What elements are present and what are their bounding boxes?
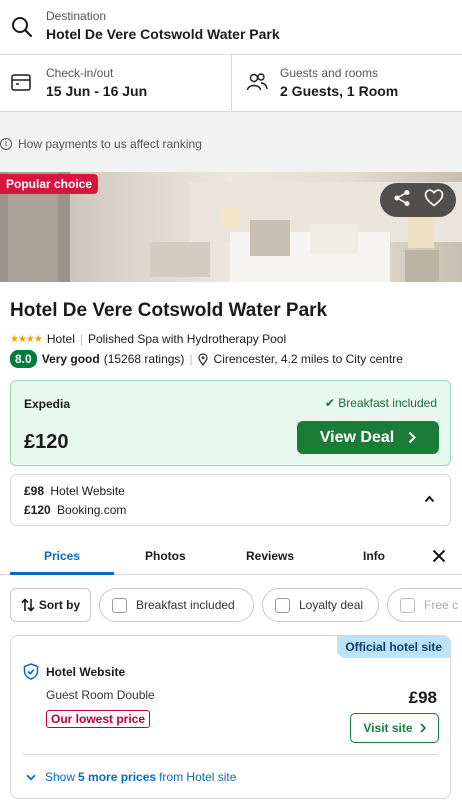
- shield-check-icon: [23, 663, 39, 680]
- destination-label: Destination: [46, 9, 107, 23]
- visit-site-button[interactable]: Visit site: [350, 713, 439, 743]
- show-more-prefix: Show: [45, 770, 76, 784]
- ranking-note[interactable]: i How payments to us affect ranking: [0, 137, 202, 151]
- people-icon: [246, 73, 268, 96]
- top-deal-card[interactable]: Expedia ✔ Breakfast included £120 View D…: [10, 380, 451, 466]
- destination-field[interactable]: Destination Hotel De Vere Cotswold Water…: [0, 0, 462, 55]
- sort-by-label: Sort by: [38, 598, 81, 612]
- official-site-badge: Official hotel site: [337, 636, 450, 658]
- score-badge: 8.0: [10, 350, 37, 368]
- tab-prices[interactable]: Prices: [44, 549, 80, 563]
- popular-choice-badge: Popular choice: [0, 174, 99, 194]
- chevron-right-icon: [419, 723, 426, 733]
- show-more-suffix: from Hotel site: [159, 770, 237, 784]
- filter-chip-loyalty[interactable]: Loyalty deal: [262, 588, 379, 622]
- check-icon: ✔: [324, 396, 335, 410]
- tab-info[interactable]: Info: [363, 549, 385, 563]
- calendar-icon: [11, 73, 31, 96]
- filter-chip-free[interactable]: Free c: [387, 588, 462, 622]
- dates-value: 15 Jun - 16 Jun: [46, 83, 148, 99]
- sort-arrows-icon: [21, 598, 35, 612]
- room-type: Guest Room Double: [46, 688, 155, 702]
- hotel-meta: ★★★★ Hotel | Polished Spa with Hydrother…: [10, 332, 286, 346]
- sort-by-button[interactable]: Sort by: [10, 588, 91, 622]
- search-panel: Destination Hotel De Vere Cotswold Water…: [0, 0, 462, 112]
- close-icon[interactable]: [432, 549, 446, 563]
- map-pin-icon: [197, 352, 208, 366]
- other-price-row: £98 Hotel Website: [24, 484, 125, 498]
- hotel-name: Hotel De Vere Cotswold Water Park: [10, 300, 328, 321]
- hotel-location: Cirencester, 4.2 miles to City centre: [213, 352, 403, 366]
- guests-field[interactable]: Guests and rooms 2 Guests, 1 Room: [232, 55, 462, 112]
- guests-value: 2 Guests, 1 Room: [280, 83, 399, 99]
- destination-value: Hotel De Vere Cotswold Water Park: [46, 26, 280, 42]
- other-price-row: £120 Booking.com: [24, 503, 126, 517]
- dates-field[interactable]: Check-in/out 15 Jun - 16 Jun: [0, 55, 232, 112]
- other-price-value: £98: [24, 484, 45, 498]
- dates-label: Check-in/out: [46, 66, 114, 80]
- show-more-prices-link[interactable]: Show 5 more prices from Hotel site: [26, 770, 236, 784]
- show-more-count: 5 more prices: [78, 770, 157, 784]
- star-rating: ★★★★: [10, 333, 43, 345]
- official-price: £98: [408, 688, 437, 707]
- info-icon: i: [0, 138, 12, 150]
- other-price-provider: Booking.com: [57, 503, 127, 517]
- official-site-card[interactable]: Official hotel site Hotel Website Guest …: [10, 635, 451, 799]
- checkbox[interactable]: [112, 597, 127, 613]
- divider: [23, 754, 438, 755]
- search-icon: [11, 16, 33, 43]
- checkbox[interactable]: [400, 597, 415, 613]
- visit-site-label: Visit site: [363, 721, 413, 735]
- tab-reviews[interactable]: Reviews: [246, 549, 294, 563]
- divider: |: [189, 352, 193, 366]
- filter-chip-breakfast[interactable]: Breakfast included: [99, 588, 254, 622]
- deal-provider: Expedia: [24, 397, 71, 411]
- official-provider-name: Hotel Website: [46, 664, 126, 679]
- filter-chip-label: Breakfast included: [136, 598, 235, 612]
- official-provider: Hotel Website: [23, 663, 125, 680]
- breakfast-included: ✔ Breakfast included: [325, 396, 437, 410]
- rating-text: Very good: [41, 352, 100, 366]
- share-icon[interactable]: [393, 189, 411, 212]
- tab-photos[interactable]: Photos: [145, 549, 186, 563]
- other-price-provider: Hotel Website: [50, 484, 125, 498]
- chevron-up-icon[interactable]: [424, 495, 435, 503]
- breakfast-text: Breakfast included: [338, 396, 437, 410]
- detail-tabs: Prices Photos Reviews Info: [0, 540, 462, 575]
- view-deal-button[interactable]: View Deal: [297, 421, 439, 454]
- guests-label: Guests and rooms: [280, 66, 379, 80]
- active-tab-indicator: [10, 572, 114, 575]
- checkbox[interactable]: [275, 597, 290, 613]
- hotel-highlight: Polished Spa with Hydrotherapy Pool: [88, 332, 287, 346]
- deal-price: £120: [24, 431, 69, 453]
- hotel-rating-row[interactable]: 8.0 Very good (15268 ratings) | Cirences…: [10, 350, 403, 368]
- ratings-count: (15268 ratings): [103, 352, 185, 366]
- hotel-type: Hotel: [46, 332, 75, 346]
- lowest-price-tag: Our lowest price: [46, 710, 151, 728]
- chevron-down-icon: [26, 774, 36, 781]
- filter-chip-label: Free c: [424, 598, 459, 612]
- other-prices-panel[interactable]: £98 Hotel Website £120 Booking.com: [10, 474, 451, 526]
- view-deal-label: View Deal: [319, 428, 395, 446]
- divider: |: [79, 332, 83, 346]
- heart-icon[interactable]: [424, 188, 444, 212]
- chevron-right-icon: [408, 431, 417, 444]
- photo-actions: [380, 183, 456, 217]
- filter-chip-label: Loyalty deal: [299, 598, 364, 612]
- other-price-value: £120: [24, 503, 51, 517]
- ranking-note-text: How payments to us affect ranking: [18, 137, 202, 151]
